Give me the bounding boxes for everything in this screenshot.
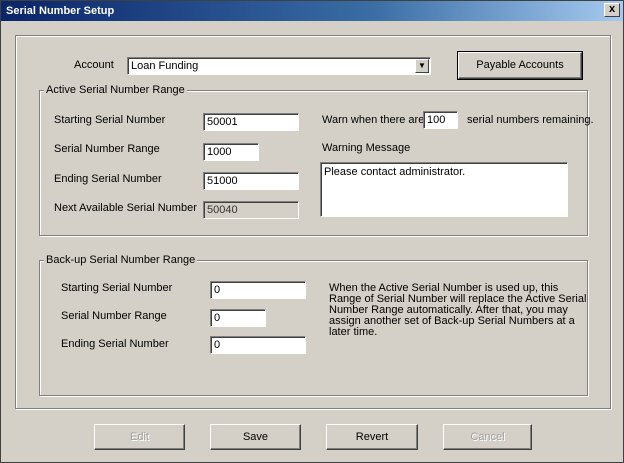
warning-message-label: Warning Message	[322, 142, 411, 154]
active-ending-input[interactable]	[203, 172, 299, 190]
backup-info-text: When the Active Serial Number is used up…	[329, 282, 587, 338]
backup-range-title: Back-up Serial Number Range	[44, 254, 198, 266]
warning-message-textarea[interactable]: Please contact administrator.	[320, 162, 568, 217]
payable-accounts-button[interactable]: Payable Accounts	[457, 51, 583, 80]
title-bar: Serial Number Setup x	[1, 1, 623, 21]
account-label: Account	[74, 59, 114, 71]
backup-range-label: Serial Number Range	[61, 310, 167, 322]
warn-count-input[interactable]	[423, 111, 458, 129]
next-available-label: Next Available Serial Number	[54, 202, 197, 214]
backup-starting-input[interactable]	[210, 281, 306, 299]
backup-ending-input[interactable]	[210, 336, 306, 354]
active-starting-input[interactable]	[203, 113, 299, 131]
window-title: Serial Number Setup	[6, 5, 115, 17]
active-range-input[interactable]	[203, 143, 259, 161]
chevron-down-icon[interactable]: ▼	[415, 59, 429, 73]
account-dropdown[interactable]: Loan Funding ▼	[127, 57, 431, 75]
active-ending-label: Ending Serial Number	[54, 173, 162, 185]
warn-prefix-label: Warn when there are	[322, 114, 425, 126]
active-range-label: Serial Number Range	[54, 143, 160, 155]
cancel-button[interactable]: Cancel	[443, 424, 532, 450]
active-starting-label: Starting Serial Number	[54, 114, 166, 126]
backup-ending-label: Ending Serial Number	[61, 338, 169, 350]
revert-button[interactable]: Revert	[326, 424, 418, 450]
backup-starting-label: Starting Serial Number	[61, 282, 173, 294]
active-range-title: Active Serial Number Range	[44, 84, 187, 96]
edit-button[interactable]: Edit	[94, 424, 185, 450]
next-available-input	[203, 201, 299, 219]
serial-number-setup-window: Serial Number Setup x Account Loan Fundi…	[0, 0, 624, 463]
close-icon[interactable]: x	[604, 3, 620, 17]
account-dropdown-value: Loan Funding	[131, 60, 199, 72]
backup-range-input[interactable]	[210, 309, 266, 327]
warn-suffix-label: serial numbers remaining.	[467, 114, 594, 126]
save-button[interactable]: Save	[210, 424, 301, 450]
